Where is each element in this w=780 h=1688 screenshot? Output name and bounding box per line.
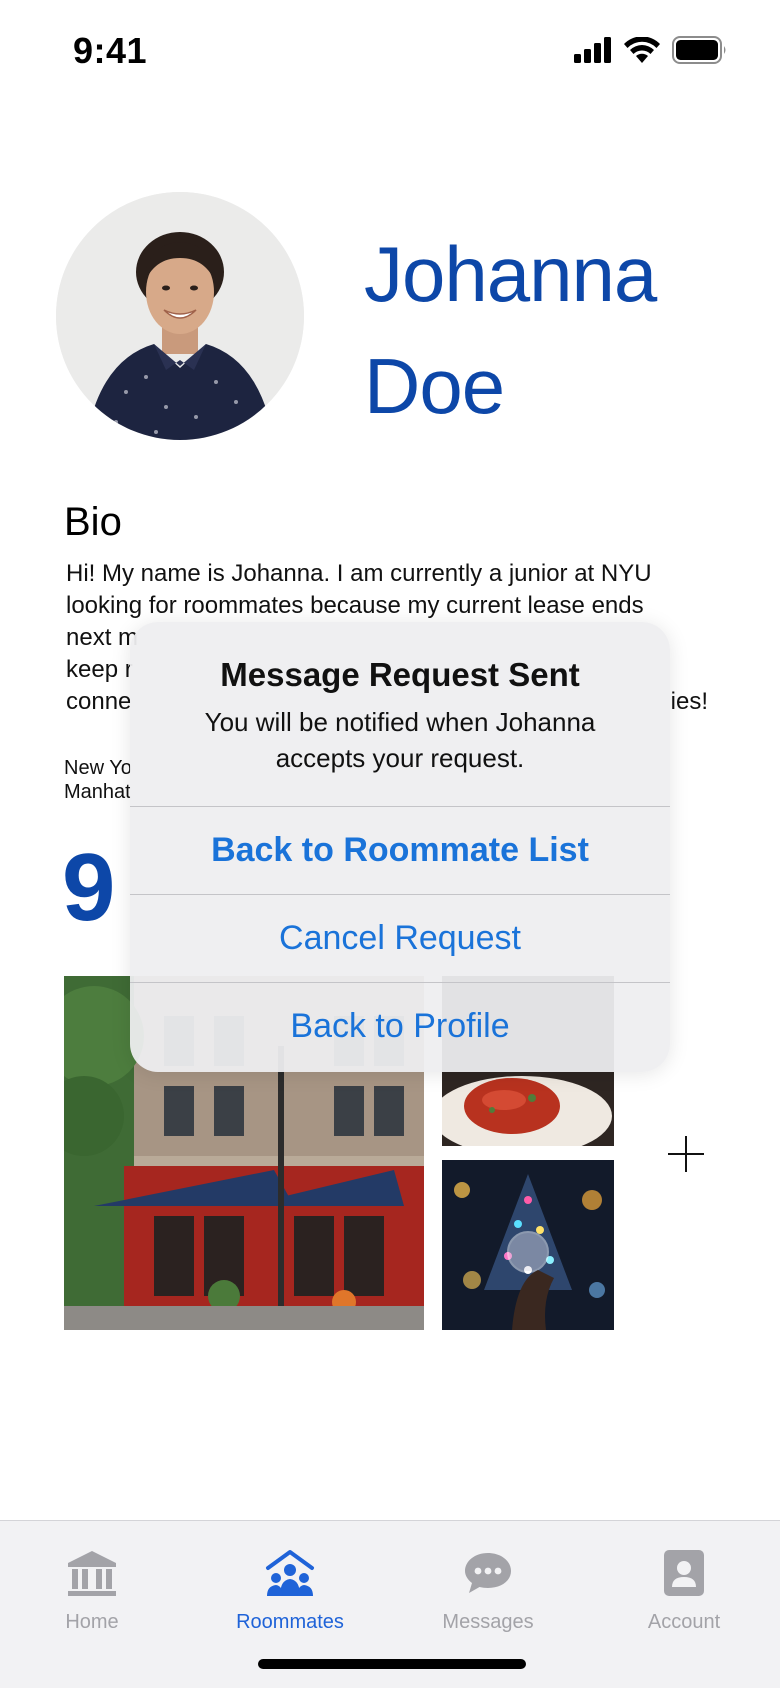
home-indicator[interactable] <box>258 1659 526 1669</box>
back-to-roommate-list-button[interactable]: Back to Roommate List <box>130 806 670 894</box>
tab-label: Messages <box>442 1611 534 1633</box>
stat-number: 9 <box>62 834 116 941</box>
tab-home[interactable]: Home <box>2 1531 182 1641</box>
bio-line: ies! <box>670 688 708 715</box>
profile-avatar <box>56 192 304 440</box>
location-text: New Yo Manhat <box>64 756 132 804</box>
people-house-icon <box>262 1545 318 1601</box>
alert-message: You will be notified when Johanna accept… <box>204 707 596 773</box>
wifi-icon <box>624 37 660 63</box>
bio-line: conne <box>66 688 132 715</box>
status-bar: 9:41 <box>0 0 780 100</box>
tab-roommates[interactable]: Roommates <box>200 1531 380 1641</box>
tab-messages[interactable]: Messages <box>398 1531 578 1641</box>
bio-line: looking for roommates because my current… <box>66 592 644 619</box>
tab-label: Account <box>647 1611 721 1633</box>
photo-christmas-tree[interactable] <box>442 1160 614 1330</box>
tab-label: Roommates <box>236 1611 344 1633</box>
bio-line: Hi! My name is Johanna. I am currently a… <box>66 560 652 587</box>
location-line: Manhat <box>64 781 131 803</box>
cellular-signal-icon <box>574 37 611 63</box>
status-time: 9:41 <box>73 30 148 71</box>
battery-icon <box>672 36 726 64</box>
bio-heading: Bio <box>64 500 122 544</box>
chat-bubble-icon <box>460 1545 516 1601</box>
profile-name: Johanna Doe <box>364 218 657 442</box>
location-line: New Yo <box>64 757 132 779</box>
bank-icon <box>64 1545 120 1601</box>
tab-account[interactable]: Account <box>594 1531 774 1641</box>
back-to-profile-button[interactable]: Back to Profile <box>130 982 670 1070</box>
alert-title: Message Request Sent <box>220 656 580 693</box>
tab-label: Home <box>65 1611 119 1633</box>
status-icons <box>574 36 728 64</box>
profile-first-name: Johanna <box>364 230 657 318</box>
profile-last-name: Doe <box>364 342 505 430</box>
message-request-alert: Message Request Sent You will be notifie… <box>130 622 670 1072</box>
person-badge-icon <box>656 1545 712 1601</box>
add-photo-icon[interactable] <box>668 1136 704 1172</box>
cancel-request-button[interactable]: Cancel Request <box>130 894 670 982</box>
